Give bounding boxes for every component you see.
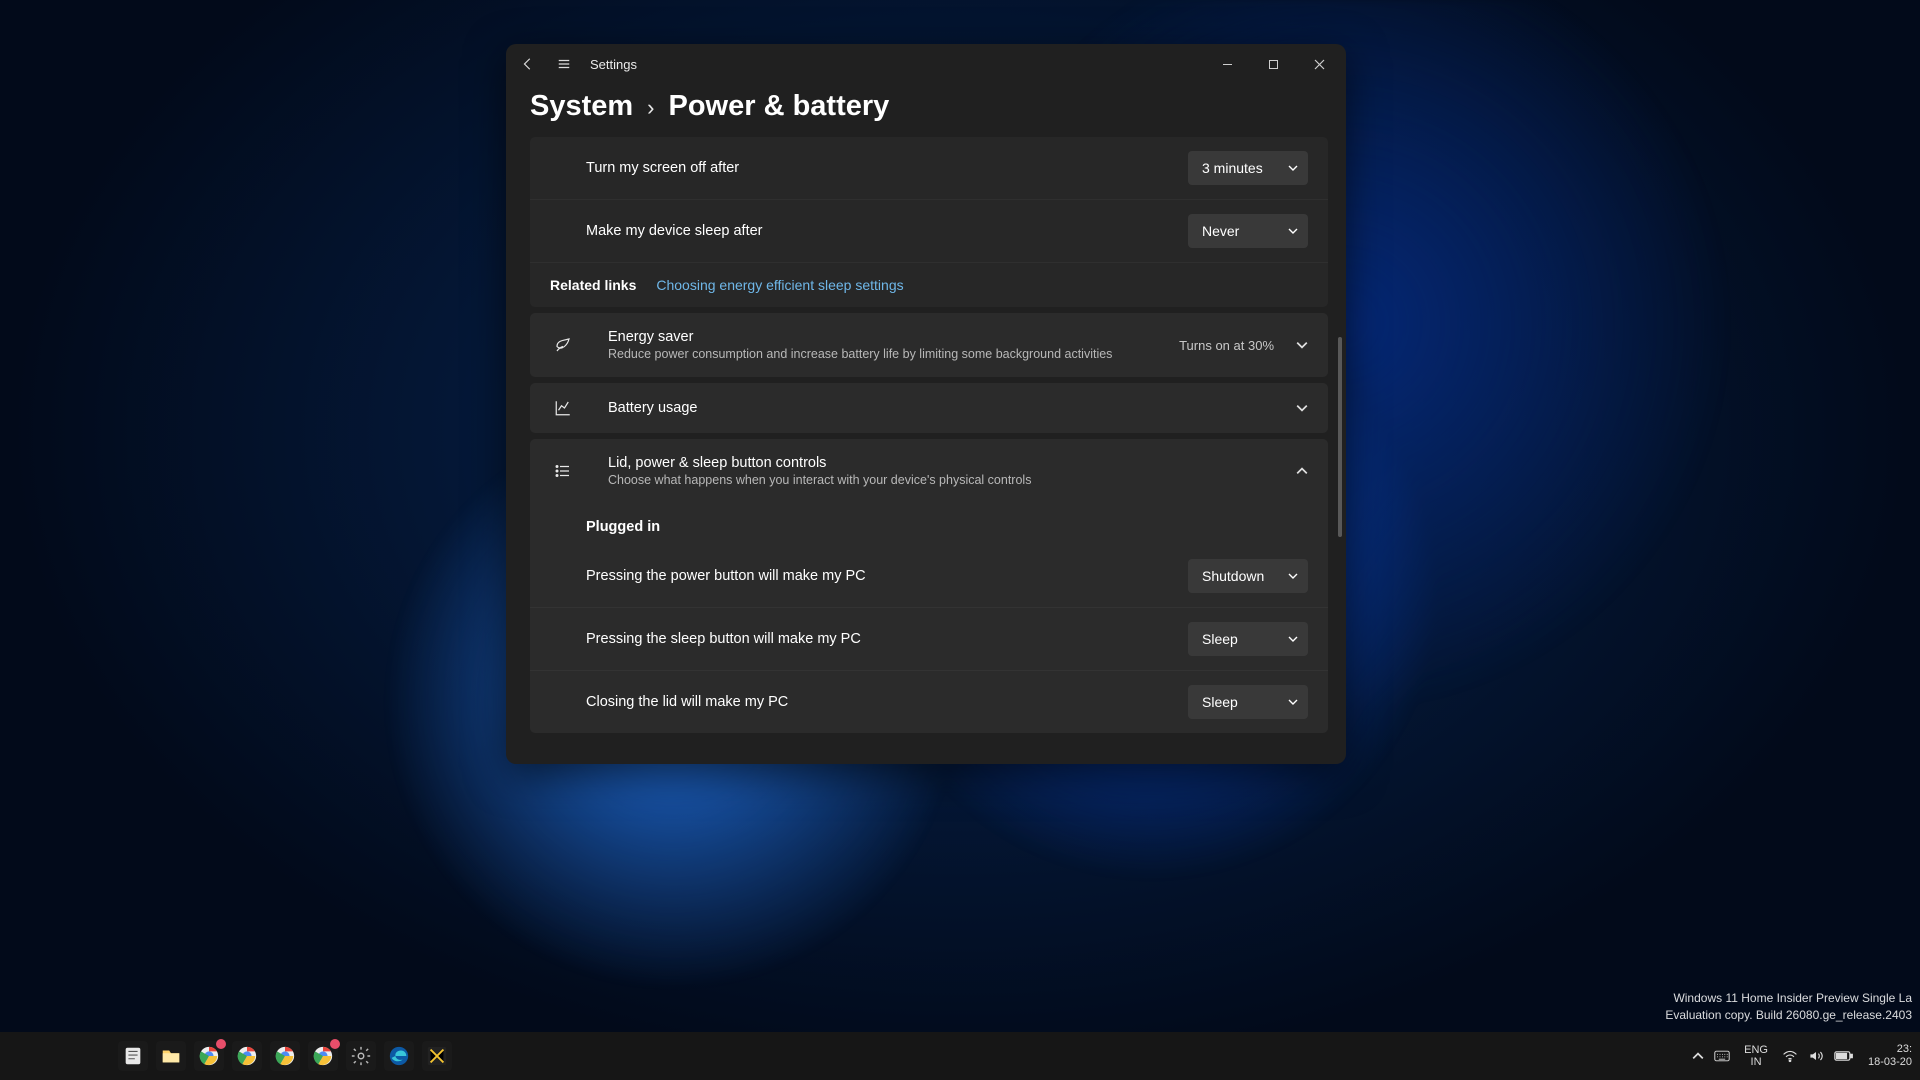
list-icon [550, 462, 576, 480]
notification-badge [216, 1039, 226, 1049]
related-links-row: Related links Choosing energy efficient … [530, 263, 1328, 307]
taskbar-app-chrome-3[interactable] [270, 1041, 300, 1071]
related-links-label: Related links [550, 277, 636, 293]
sleep-after-value: Never [1202, 223, 1239, 239]
power-button-action-dropdown[interactable]: Shutdown [1188, 559, 1308, 593]
taskbar-app-notepad[interactable] [118, 1041, 148, 1071]
lid-controls-expander[interactable]: Lid, power & sleep button controls Choos… [530, 439, 1328, 503]
clock[interactable]: 23: 18-03-20 [1868, 1043, 1912, 1069]
chevron-down-icon [1296, 402, 1308, 414]
breadcrumb-parent[interactable]: System [530, 90, 633, 123]
window-title: Settings [590, 57, 637, 72]
screen-off-value: 3 minutes [1202, 160, 1263, 176]
settings-window: Settings System › Power & battery Turn m… [506, 44, 1346, 764]
chevron-down-icon [1296, 339, 1308, 351]
keyboard-icon[interactable] [1714, 1050, 1730, 1062]
minimize-button[interactable] [1204, 48, 1250, 80]
plugged-in-header: Plugged in [530, 503, 1328, 545]
watermark-line2: Evaluation copy. Build 26080.ge_release.… [1665, 1007, 1912, 1024]
battery-usage-title: Battery usage [608, 400, 1280, 416]
close-button[interactable] [1296, 48, 1342, 80]
energy-saver-expander[interactable]: Energy saver Reduce power consumption an… [530, 313, 1328, 377]
related-link-sleep-settings[interactable]: Choosing energy efficient sleep settings [656, 277, 903, 293]
chevron-up-icon [1296, 465, 1308, 477]
taskbar-app-edge[interactable] [384, 1041, 414, 1071]
sleep-button-action-row: Pressing the sleep button will make my P… [530, 608, 1328, 671]
leaf-icon [550, 336, 576, 354]
taskbar-app-file-explorer[interactable] [156, 1041, 186, 1071]
power-button-action-value: Shutdown [1202, 568, 1264, 584]
taskbar-app-chrome-1[interactable] [194, 1041, 224, 1071]
notification-badge [330, 1039, 340, 1049]
energy-saver-sub: Reduce power consumption and increase ba… [608, 347, 1163, 361]
chevron-down-icon [1288, 571, 1298, 581]
energy-saver-value: Turns on at 30% [1179, 338, 1274, 353]
volume-icon [1808, 1049, 1824, 1063]
scrollbar[interactable] [1338, 337, 1342, 537]
screen-off-dropdown[interactable]: 3 minutes [1188, 151, 1308, 185]
lid-controls-title: Lid, power & sleep button controls [608, 455, 1280, 471]
hamburger-menu-icon[interactable] [548, 48, 580, 80]
energy-saver-card[interactable]: Energy saver Reduce power consumption an… [530, 313, 1328, 377]
sleep-after-label: Make my device sleep after [586, 223, 1188, 239]
lang-top: ENG [1744, 1044, 1768, 1056]
screen-sleep-card: Turn my screen off after 3 minutes Make … [530, 137, 1328, 307]
clock-time: 23: [1868, 1043, 1912, 1056]
window-controls [1204, 48, 1342, 80]
energy-saver-title: Energy saver [608, 329, 1163, 345]
sleep-after-dropdown[interactable]: Never [1188, 214, 1308, 248]
back-button[interactable] [512, 48, 544, 80]
sleep-button-action-dropdown[interactable]: Sleep [1188, 622, 1308, 656]
chart-icon [550, 399, 576, 417]
content-area: Turn my screen off after 3 minutes Make … [506, 137, 1346, 764]
system-tray: ENG IN 23: 18-03-20 [1692, 1043, 1912, 1069]
taskbar-pinned-apps [118, 1041, 452, 1071]
taskbar-app-mobaxterm[interactable] [422, 1041, 452, 1071]
screen-off-row: Turn my screen off after 3 minutes [530, 137, 1328, 200]
maximize-button[interactable] [1250, 48, 1296, 80]
lang-bottom: IN [1744, 1056, 1768, 1068]
sleep-button-action-label: Pressing the sleep button will make my P… [586, 631, 1188, 647]
close-lid-action-value: Sleep [1202, 694, 1238, 710]
lid-controls-card: Lid, power & sleep button controls Choos… [530, 439, 1328, 733]
watermark-line1: Windows 11 Home Insider Preview Single L… [1665, 990, 1912, 1007]
chevron-down-icon [1288, 634, 1298, 644]
clock-date: 18-03-20 [1868, 1056, 1912, 1069]
close-lid-action-label: Closing the lid will make my PC [586, 694, 1188, 710]
windows-watermark: Windows 11 Home Insider Preview Single L… [1665, 990, 1912, 1024]
sleep-after-row: Make my device sleep after Never [530, 200, 1328, 263]
taskbar-app-chrome-2[interactable] [232, 1041, 262, 1071]
power-button-action-label: Pressing the power button will make my P… [586, 568, 1188, 584]
page-title: Power & battery [669, 90, 890, 123]
sleep-button-action-value: Sleep [1202, 631, 1238, 647]
chevron-down-icon [1288, 163, 1298, 173]
taskbar: ENG IN 23: 18-03-20 [0, 1032, 1920, 1080]
network-volume-battery[interactable] [1782, 1049, 1854, 1063]
wifi-icon [1782, 1049, 1798, 1063]
taskbar-app-settings[interactable] [346, 1041, 376, 1071]
language-indicator[interactable]: ENG IN [1744, 1044, 1768, 1068]
battery-icon [1834, 1050, 1854, 1062]
battery-usage-card[interactable]: Battery usage [530, 383, 1328, 433]
breadcrumb: System › Power & battery [506, 84, 1346, 137]
chevron-right-icon: › [647, 95, 654, 121]
taskbar-app-chrome-4[interactable] [308, 1041, 338, 1071]
titlebar: Settings [506, 44, 1346, 84]
chevron-down-icon [1288, 697, 1298, 707]
battery-usage-expander[interactable]: Battery usage [530, 383, 1328, 433]
lid-controls-sub: Choose what happens when you interact wi… [608, 473, 1280, 487]
power-button-action-row: Pressing the power button will make my P… [530, 545, 1328, 608]
close-lid-action-row: Closing the lid will make my PC Sleep [530, 671, 1328, 733]
screen-off-label: Turn my screen off after [586, 160, 1188, 176]
chevron-down-icon [1288, 226, 1298, 236]
close-lid-action-dropdown[interactable]: Sleep [1188, 685, 1308, 719]
tray-overflow-icon[interactable] [1692, 1050, 1704, 1062]
